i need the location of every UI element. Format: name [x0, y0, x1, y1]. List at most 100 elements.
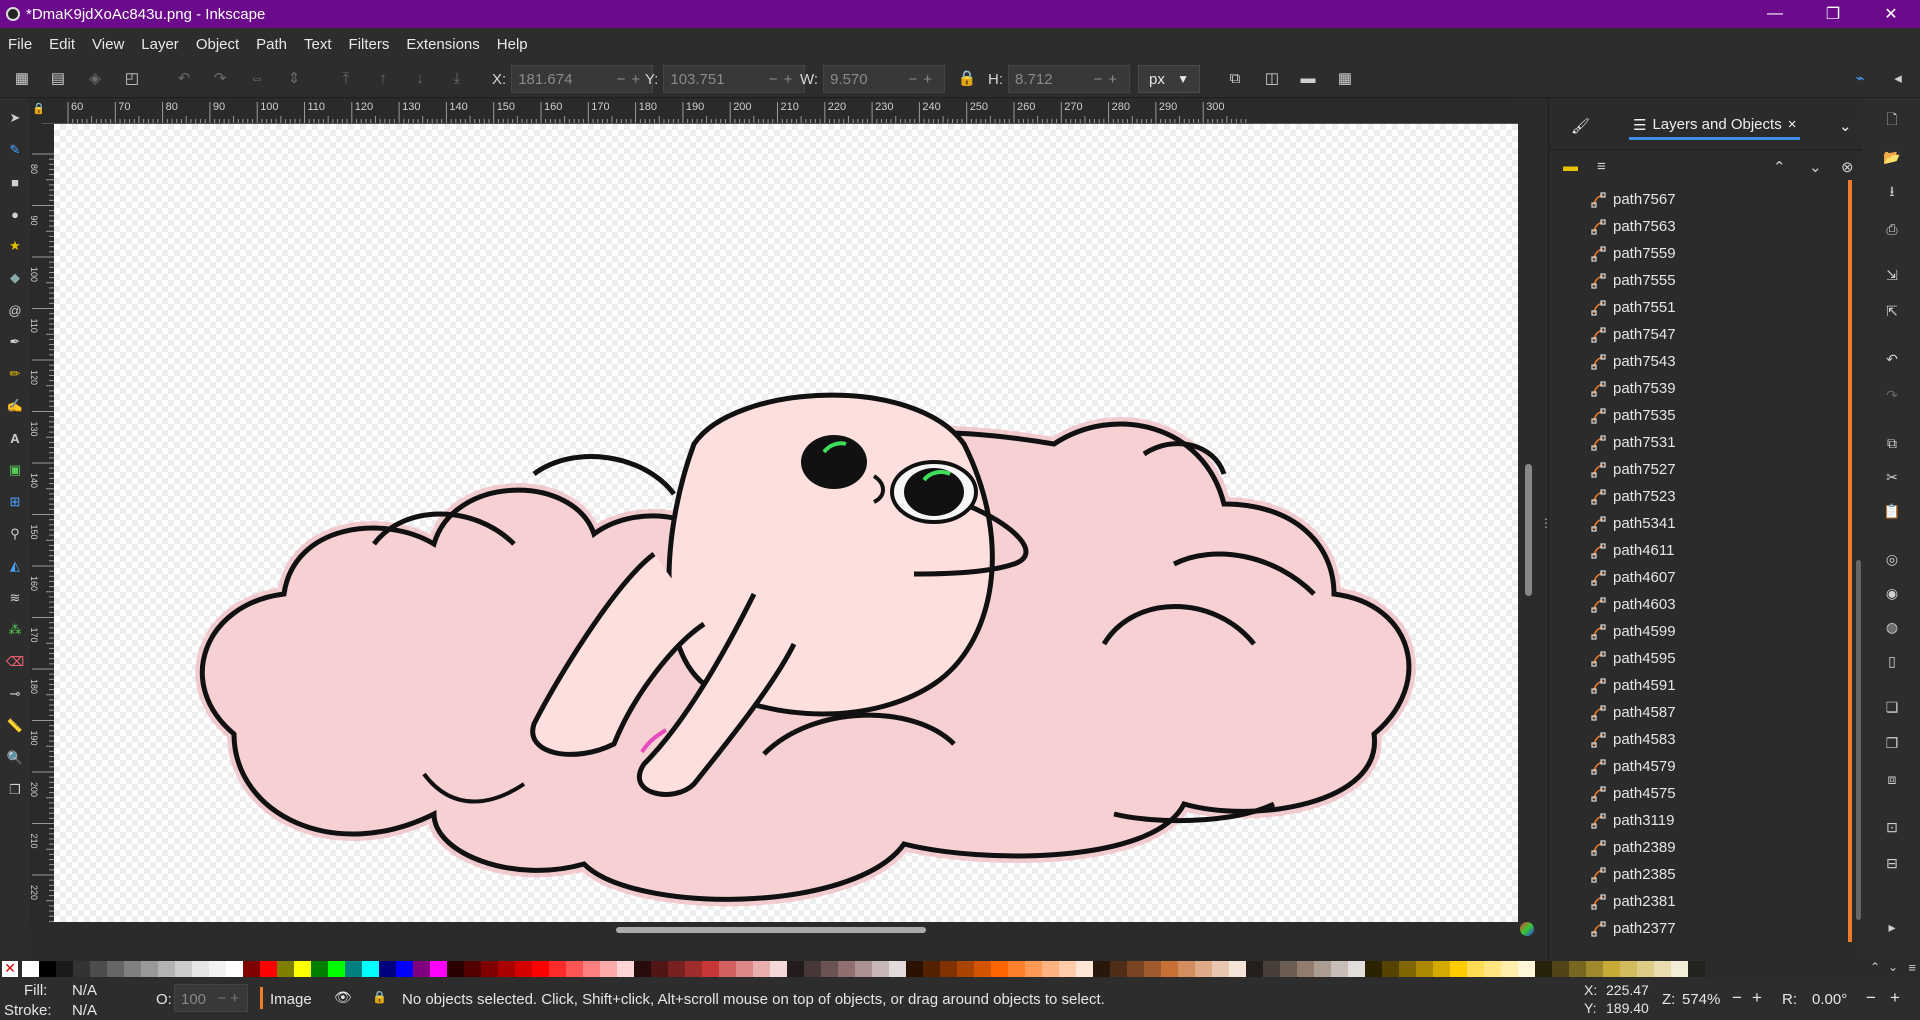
pen-tool-icon[interactable]: ✒ [7, 334, 23, 350]
color-swatch[interactable] [1059, 961, 1076, 977]
color-swatch[interactable] [702, 961, 719, 977]
color-swatch[interactable] [447, 961, 464, 977]
move-up-icon[interactable]: ⌃ [1773, 158, 1786, 176]
list-item[interactable]: path4611 [1549, 537, 1849, 564]
expand-commands-icon[interactable]: ▸ [1883, 918, 1901, 936]
measure-tool-icon[interactable]: 📏 [7, 718, 23, 734]
color-swatch[interactable] [209, 961, 226, 977]
zoom-width-icon[interactable]: ▯ [1883, 652, 1901, 670]
paste-icon[interactable]: 📋 [1883, 502, 1901, 520]
group-icon[interactable]: ⊡ [1883, 818, 1901, 836]
clone-icon[interactable]: ❐ [1883, 734, 1901, 752]
3d-box-tool-icon[interactable]: ◆ [7, 270, 23, 286]
color-swatch[interactable] [396, 961, 413, 977]
color-swatch[interactable] [855, 961, 872, 977]
color-swatch[interactable] [243, 961, 260, 977]
panel-scroll-thumb[interactable] [1856, 560, 1861, 920]
color-swatch[interactable] [413, 961, 430, 977]
x-stepper[interactable]: −+ [617, 71, 647, 88]
color-swatch[interactable] [583, 961, 600, 977]
color-swatch[interactable] [1467, 961, 1484, 977]
zoom-in-icon[interactable]: + [1752, 988, 1762, 1008]
paint-bucket-tool-icon[interactable]: ◭ [7, 558, 23, 574]
color-swatch[interactable] [277, 961, 294, 977]
color-swatch[interactable] [1637, 961, 1654, 977]
list-item[interactable]: path7567 [1549, 186, 1849, 213]
color-swatch[interactable] [1195, 961, 1212, 977]
list-item[interactable]: path7555 [1549, 267, 1849, 294]
color-swatch[interactable] [668, 961, 685, 977]
move-down-icon[interactable]: ⌄ [1809, 158, 1822, 176]
menu-view[interactable]: View [92, 36, 124, 53]
color-swatch[interactable] [1569, 961, 1586, 977]
color-swatch[interactable] [889, 961, 906, 977]
color-swatch[interactable] [600, 961, 617, 977]
rotation-value[interactable]: 0.00° [1812, 991, 1847, 1008]
color-swatch[interactable] [923, 961, 940, 977]
fill-value[interactable]: N/A [72, 982, 97, 999]
dropper-tool-icon[interactable]: ⚲ [7, 526, 23, 542]
node-tool-icon[interactable]: ✎ [7, 142, 23, 158]
vertical-scrollbar[interactable]: ⋮ [1518, 124, 1552, 922]
star-tool-icon[interactable]: ★ [7, 238, 23, 254]
color-swatch[interactable] [1586, 961, 1603, 977]
raise-to-top-icon[interactable]: ⤒ [336, 68, 356, 88]
list-item[interactable]: path7523 [1549, 483, 1849, 510]
color-swatch[interactable] [1008, 961, 1025, 977]
menu-text[interactable]: Text [304, 36, 332, 53]
expand-toolbar-icon[interactable]: ◂ [1888, 68, 1908, 88]
selector-tool-icon[interactable]: ➤ [7, 110, 23, 126]
zoom-value[interactable]: 574% [1682, 991, 1720, 1008]
list-item[interactable]: path4595 [1549, 645, 1849, 672]
cloud-character-drawing[interactable] [54, 124, 1518, 922]
flip-vertical-icon[interactable]: ⇕ [284, 68, 304, 88]
opacity-input[interactable]: 100 −+ [174, 984, 248, 1012]
color-swatch[interactable] [1688, 961, 1705, 977]
calligraphy-tool-icon[interactable]: ✍ [7, 398, 23, 414]
touch-select-icon[interactable]: ◰ [122, 68, 142, 88]
opacity-stepper[interactable]: −+ [217, 990, 243, 1007]
horizontal-scrollbar[interactable] [54, 922, 1548, 938]
color-swatch[interactable] [107, 961, 124, 977]
list-item[interactable]: path2377 [1549, 915, 1849, 940]
color-swatch[interactable] [1212, 961, 1229, 977]
color-swatch[interactable] [974, 961, 991, 977]
color-swatch[interactable] [1042, 961, 1059, 977]
color-swatch[interactable] [1654, 961, 1671, 977]
select-all-layers-icon[interactable]: ▤ [48, 68, 68, 88]
zoom-page-icon[interactable]: ◍ [1883, 618, 1901, 636]
menu-file[interactable]: File [8, 36, 32, 53]
color-swatch[interactable] [1433, 961, 1450, 977]
lower-icon[interactable]: ↓ [410, 68, 430, 88]
import-icon[interactable]: ⇲ [1883, 266, 1901, 284]
x-input[interactable]: 181.674 −+ [511, 65, 654, 93]
list-item[interactable]: path7539 [1549, 375, 1849, 402]
color-swatch[interactable] [124, 961, 141, 977]
spray-tool-icon[interactable]: ⁂ [7, 622, 23, 638]
lock-ratio-icon[interactable]: 🔒 [957, 68, 977, 88]
tab-fill-stroke[interactable]: 🖌 [1571, 112, 1590, 140]
connector-tool-icon[interactable]: ⊸ [7, 686, 23, 702]
layer-lock-icon[interactable]: 🔒 [372, 990, 387, 1004]
color-swatch[interactable] [1365, 961, 1382, 977]
color-swatch[interactable] [430, 961, 447, 977]
color-swatch[interactable] [1178, 961, 1195, 977]
color-manage-icon[interactable] [1520, 922, 1534, 936]
tab-layers-objects[interactable]: ☰ Layers and Objects × [1629, 112, 1801, 140]
menu-help[interactable]: Help [497, 36, 528, 53]
color-swatch[interactable] [1501, 961, 1518, 977]
color-swatch[interactable] [515, 961, 532, 977]
color-swatch[interactable] [226, 961, 243, 977]
color-swatch[interactable] [1110, 961, 1127, 977]
no-paint-swatch[interactable]: ✕ [2, 961, 18, 977]
spiral-tool-icon[interactable]: @ [7, 302, 23, 318]
color-swatch[interactable] [1620, 961, 1637, 977]
palette-scroll-up-icon[interactable]: ⌃ [1870, 960, 1880, 974]
color-swatch[interactable] [1382, 961, 1399, 977]
deselect-icon[interactable]: ◈ [85, 68, 105, 88]
w-input[interactable]: 9.570 −+ [823, 65, 946, 93]
unit-select[interactable]: px ▼ [1138, 65, 1200, 93]
print-icon[interactable]: ⎙ [1883, 220, 1901, 238]
ungroup-icon[interactable]: ⊟ [1883, 854, 1901, 872]
color-swatch[interactable] [1518, 961, 1535, 977]
